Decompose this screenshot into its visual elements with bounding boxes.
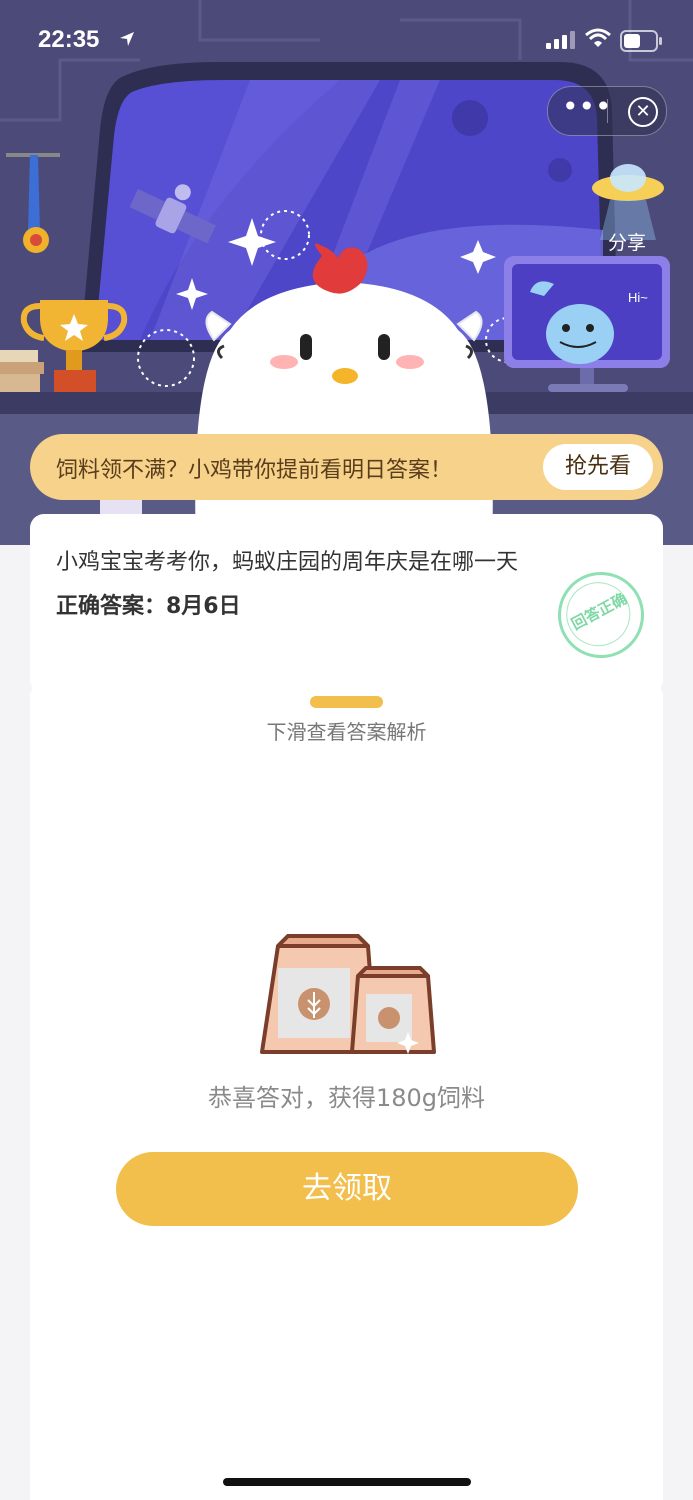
miniprogram-capsule: ••• ✕ (547, 86, 667, 136)
sheet-drag-handle[interactable] (310, 696, 383, 708)
reward-sheet: 下滑查看答案解析 恭喜答对，获得180g饲料 去领取 (30, 682, 663, 1500)
status-time: 22:35 (38, 26, 100, 53)
capsule-divider (607, 99, 608, 123)
wifi-icon (585, 28, 611, 47)
status-bar: 22:35 (0, 0, 693, 86)
banner-text: 饲料领不满？小鸡带你提前看明日答案！ (56, 458, 453, 483)
cellular-signal-icon (546, 31, 575, 49)
promo-banner[interactable]: 饲料领不满？小鸡带你提前看明日答案！ 抢先看 (30, 434, 663, 500)
location-arrow-icon (120, 32, 134, 46)
monitor-greeting: Hi~ (628, 290, 648, 305)
peek-answer-button[interactable]: 抢先看 (543, 444, 653, 490)
correct-answer: 正确答案：8月6日 (56, 594, 241, 619)
reward-message: 恭喜答对，获得180g饲料 (207, 1084, 486, 1112)
question-text: 小鸡宝宝考考你，蚂蚁庄园的周年庆是在哪一天 (56, 550, 519, 575)
home-indicator[interactable] (223, 1478, 471, 1486)
correct-stamp: 回答正确 (542, 556, 660, 674)
battery-icon (620, 30, 662, 52)
share-label: 分享 (607, 232, 646, 254)
more-options-icon[interactable]: ••• (562, 93, 612, 125)
claim-button[interactable]: 去领取 (116, 1152, 578, 1226)
swipe-hint: 下滑查看答案解析 (266, 720, 427, 744)
feed-bags-icon (260, 934, 436, 1054)
question-card: 小鸡宝宝考考你，蚂蚁庄园的周年庆是在哪一天 正确答案：8月6日 回答正确 (30, 514, 663, 694)
close-icon[interactable]: ✕ (628, 97, 658, 127)
